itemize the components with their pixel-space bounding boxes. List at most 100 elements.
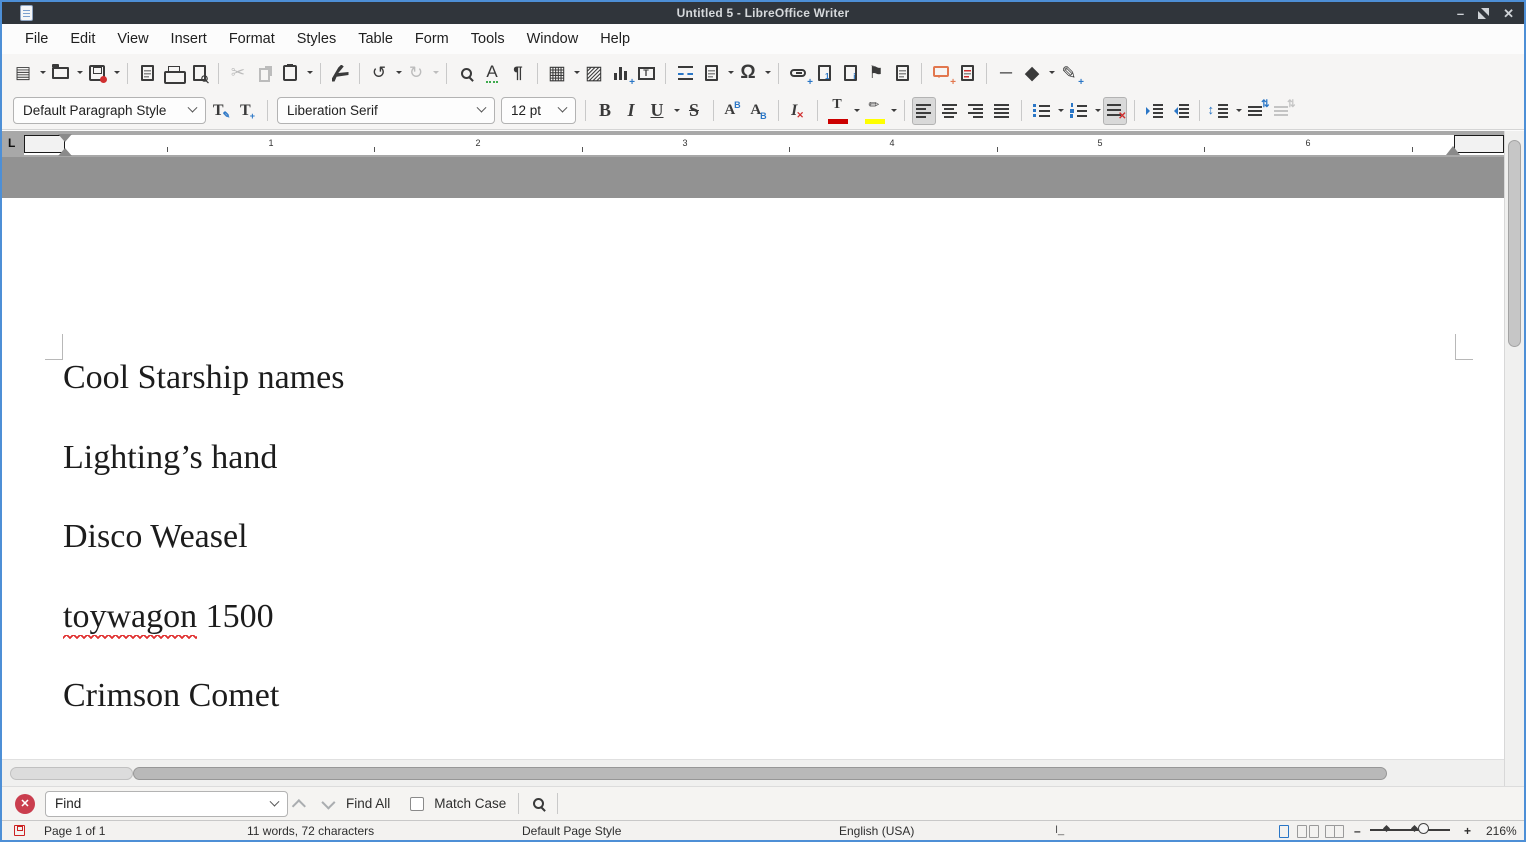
paragraph-2[interactable]: Lighting’s hand (63, 439, 277, 477)
underline-dropdown[interactable] (674, 109, 680, 115)
undo-dropdown[interactable] (396, 71, 402, 77)
update-style-button[interactable]: T✎ (210, 97, 234, 125)
clear-formatting-button[interactable]: I✕ (786, 97, 810, 125)
basic-shapes-button[interactable]: ◆ (1020, 59, 1044, 87)
page-break-button[interactable] (673, 59, 697, 87)
vertical-scrollbar-thumb[interactable] (1508, 140, 1521, 347)
increase-paragraph-spacing-button[interactable]: ⇅ (1244, 97, 1268, 125)
clone-formatting-button[interactable] (328, 59, 352, 87)
font-color-dropdown[interactable] (854, 109, 860, 115)
italic-button[interactable]: I (619, 97, 643, 125)
menu-file[interactable]: File (14, 27, 59, 51)
zoom-in-button[interactable]: + (1464, 824, 1471, 838)
track-changes-button[interactable] (955, 59, 979, 87)
insert-field-dropdown[interactable] (728, 71, 734, 77)
paste-button[interactable] (278, 59, 302, 87)
line-spacing-button[interactable]: ↕ (1207, 97, 1231, 125)
language-status[interactable]: English (USA) (839, 824, 914, 838)
new-document-button[interactable]: ▤ (11, 59, 35, 87)
highlight-color-dropdown[interactable] (891, 109, 897, 115)
basic-shapes-dropdown[interactable] (1049, 71, 1055, 77)
insert-table-dropdown[interactable] (574, 71, 580, 77)
zoom-slider-handle[interactable] (1418, 823, 1429, 834)
font-color-button[interactable]: T (825, 97, 849, 125)
view-layout-book[interactable] (1325, 824, 1346, 838)
menu-window[interactable]: Window (516, 27, 590, 51)
document-page[interactable]: Cool Starship names Lighting’s hand Disc… (2, 198, 1504, 759)
right-indent-marker[interactable] (1446, 139, 1460, 155)
close-findbar-button[interactable]: ✕ (15, 794, 35, 814)
horizontal-scrollbar-thumb[interactable] (133, 767, 1387, 780)
left-indent-marker[interactable] (58, 141, 72, 156)
find-combo[interactable] (45, 791, 288, 817)
open-button[interactable] (48, 59, 72, 87)
view-layout-multi[interactable] (1297, 824, 1321, 838)
titlebar[interactable]: Untitled 5 - LibreOffice Writer – ✕ (2, 2, 1524, 24)
horizontal-ruler[interactable]: 1 2 3 4 5 6 (24, 135, 1505, 155)
zoom-slider[interactable] (1370, 824, 1450, 836)
insert-bookmark-button[interactable]: ⚑ (864, 59, 888, 87)
insert-textbox-button[interactable]: T (634, 59, 658, 87)
save-dropdown[interactable] (114, 71, 120, 77)
insert-cross-reference-button[interactable] (890, 59, 914, 87)
line-spacing-dropdown[interactable] (1236, 109, 1242, 115)
search-input[interactable] (45, 791, 288, 817)
menu-insert[interactable]: Insert (160, 27, 218, 51)
bold-button[interactable]: B (593, 97, 617, 125)
word-count-status[interactable]: 11 words, 72 characters (247, 824, 374, 838)
print-button[interactable] (161, 59, 185, 87)
tab-stop-selector[interactable]: L (8, 136, 15, 150)
zoom-percentage[interactable]: 216% (1486, 824, 1517, 838)
special-character-button[interactable]: Ω (736, 59, 760, 87)
restore-button[interactable] (1478, 8, 1489, 19)
selection-mode-status[interactable]: I_ (1055, 824, 1064, 836)
insert-footnote-button[interactable]: 1 (812, 59, 836, 87)
menu-help[interactable]: Help (589, 27, 641, 51)
paragraph-5[interactable]: Crimson Comet (63, 677, 279, 715)
zoom-out-button[interactable]: – (1354, 824, 1361, 838)
bullet-list-button[interactable] (1029, 97, 1053, 125)
align-justify-button[interactable] (990, 97, 1014, 125)
find-replace-button[interactable] (454, 59, 478, 87)
horizontal-scrollbar-track-segment[interactable] (10, 767, 133, 780)
menu-styles[interactable]: Styles (286, 27, 348, 51)
menu-view[interactable]: View (106, 27, 159, 51)
superscript-button[interactable]: AB (721, 97, 745, 125)
new-document-dropdown[interactable] (40, 71, 46, 77)
menu-format[interactable]: Format (218, 27, 286, 51)
spelling-button[interactable]: A (480, 59, 504, 87)
open-dropdown[interactable] (77, 71, 83, 77)
save-button[interactable] (85, 59, 109, 87)
menu-form[interactable]: Form (404, 27, 460, 51)
menu-table[interactable]: Table (347, 27, 404, 51)
horizontal-line-button[interactable]: ─ (994, 59, 1018, 87)
align-right-button[interactable] (964, 97, 988, 125)
find-and-replace-button[interactable] (526, 790, 550, 818)
misspelled-word[interactable]: toywagon (63, 598, 197, 639)
print-preview-button[interactable] (187, 59, 211, 87)
paragraph-4[interactable]: toywagon 1500 (63, 598, 274, 636)
menu-tools[interactable]: Tools (460, 27, 516, 51)
page-style-status[interactable]: Default Page Style (522, 824, 621, 838)
insert-chart-button[interactable]: + (608, 59, 632, 87)
bullet-list-dropdown[interactable] (1058, 109, 1064, 115)
page-count-status[interactable]: Page 1 of 1 (44, 824, 105, 838)
match-case-checkbox[interactable] (410, 797, 424, 811)
subscript-button[interactable]: AB (747, 97, 771, 125)
numbered-list-dropdown[interactable] (1095, 109, 1101, 115)
minimize-button[interactable]: – (1457, 7, 1464, 20)
increase-indent-button[interactable] (1142, 97, 1166, 125)
undo-button[interactable]: ↺ (367, 59, 391, 87)
align-left-button[interactable] (912, 97, 936, 125)
insert-image-button[interactable]: ▨ (582, 59, 606, 87)
paragraph-1[interactable]: Cool Starship names (63, 359, 344, 397)
insert-table-button[interactable]: ▦ (545, 59, 569, 87)
formatting-marks-button[interactable]: ¶ (506, 59, 530, 87)
insert-hyperlink-button[interactable]: + (786, 59, 810, 87)
decrease-indent-button[interactable] (1168, 97, 1192, 125)
insert-endnote-button[interactable]: i (838, 59, 862, 87)
view-layout-single[interactable] (1279, 824, 1291, 838)
special-character-dropdown[interactable] (765, 71, 771, 77)
vertical-scrollbar[interactable] (1504, 131, 1524, 786)
export-pdf-button[interactable] (135, 59, 159, 87)
